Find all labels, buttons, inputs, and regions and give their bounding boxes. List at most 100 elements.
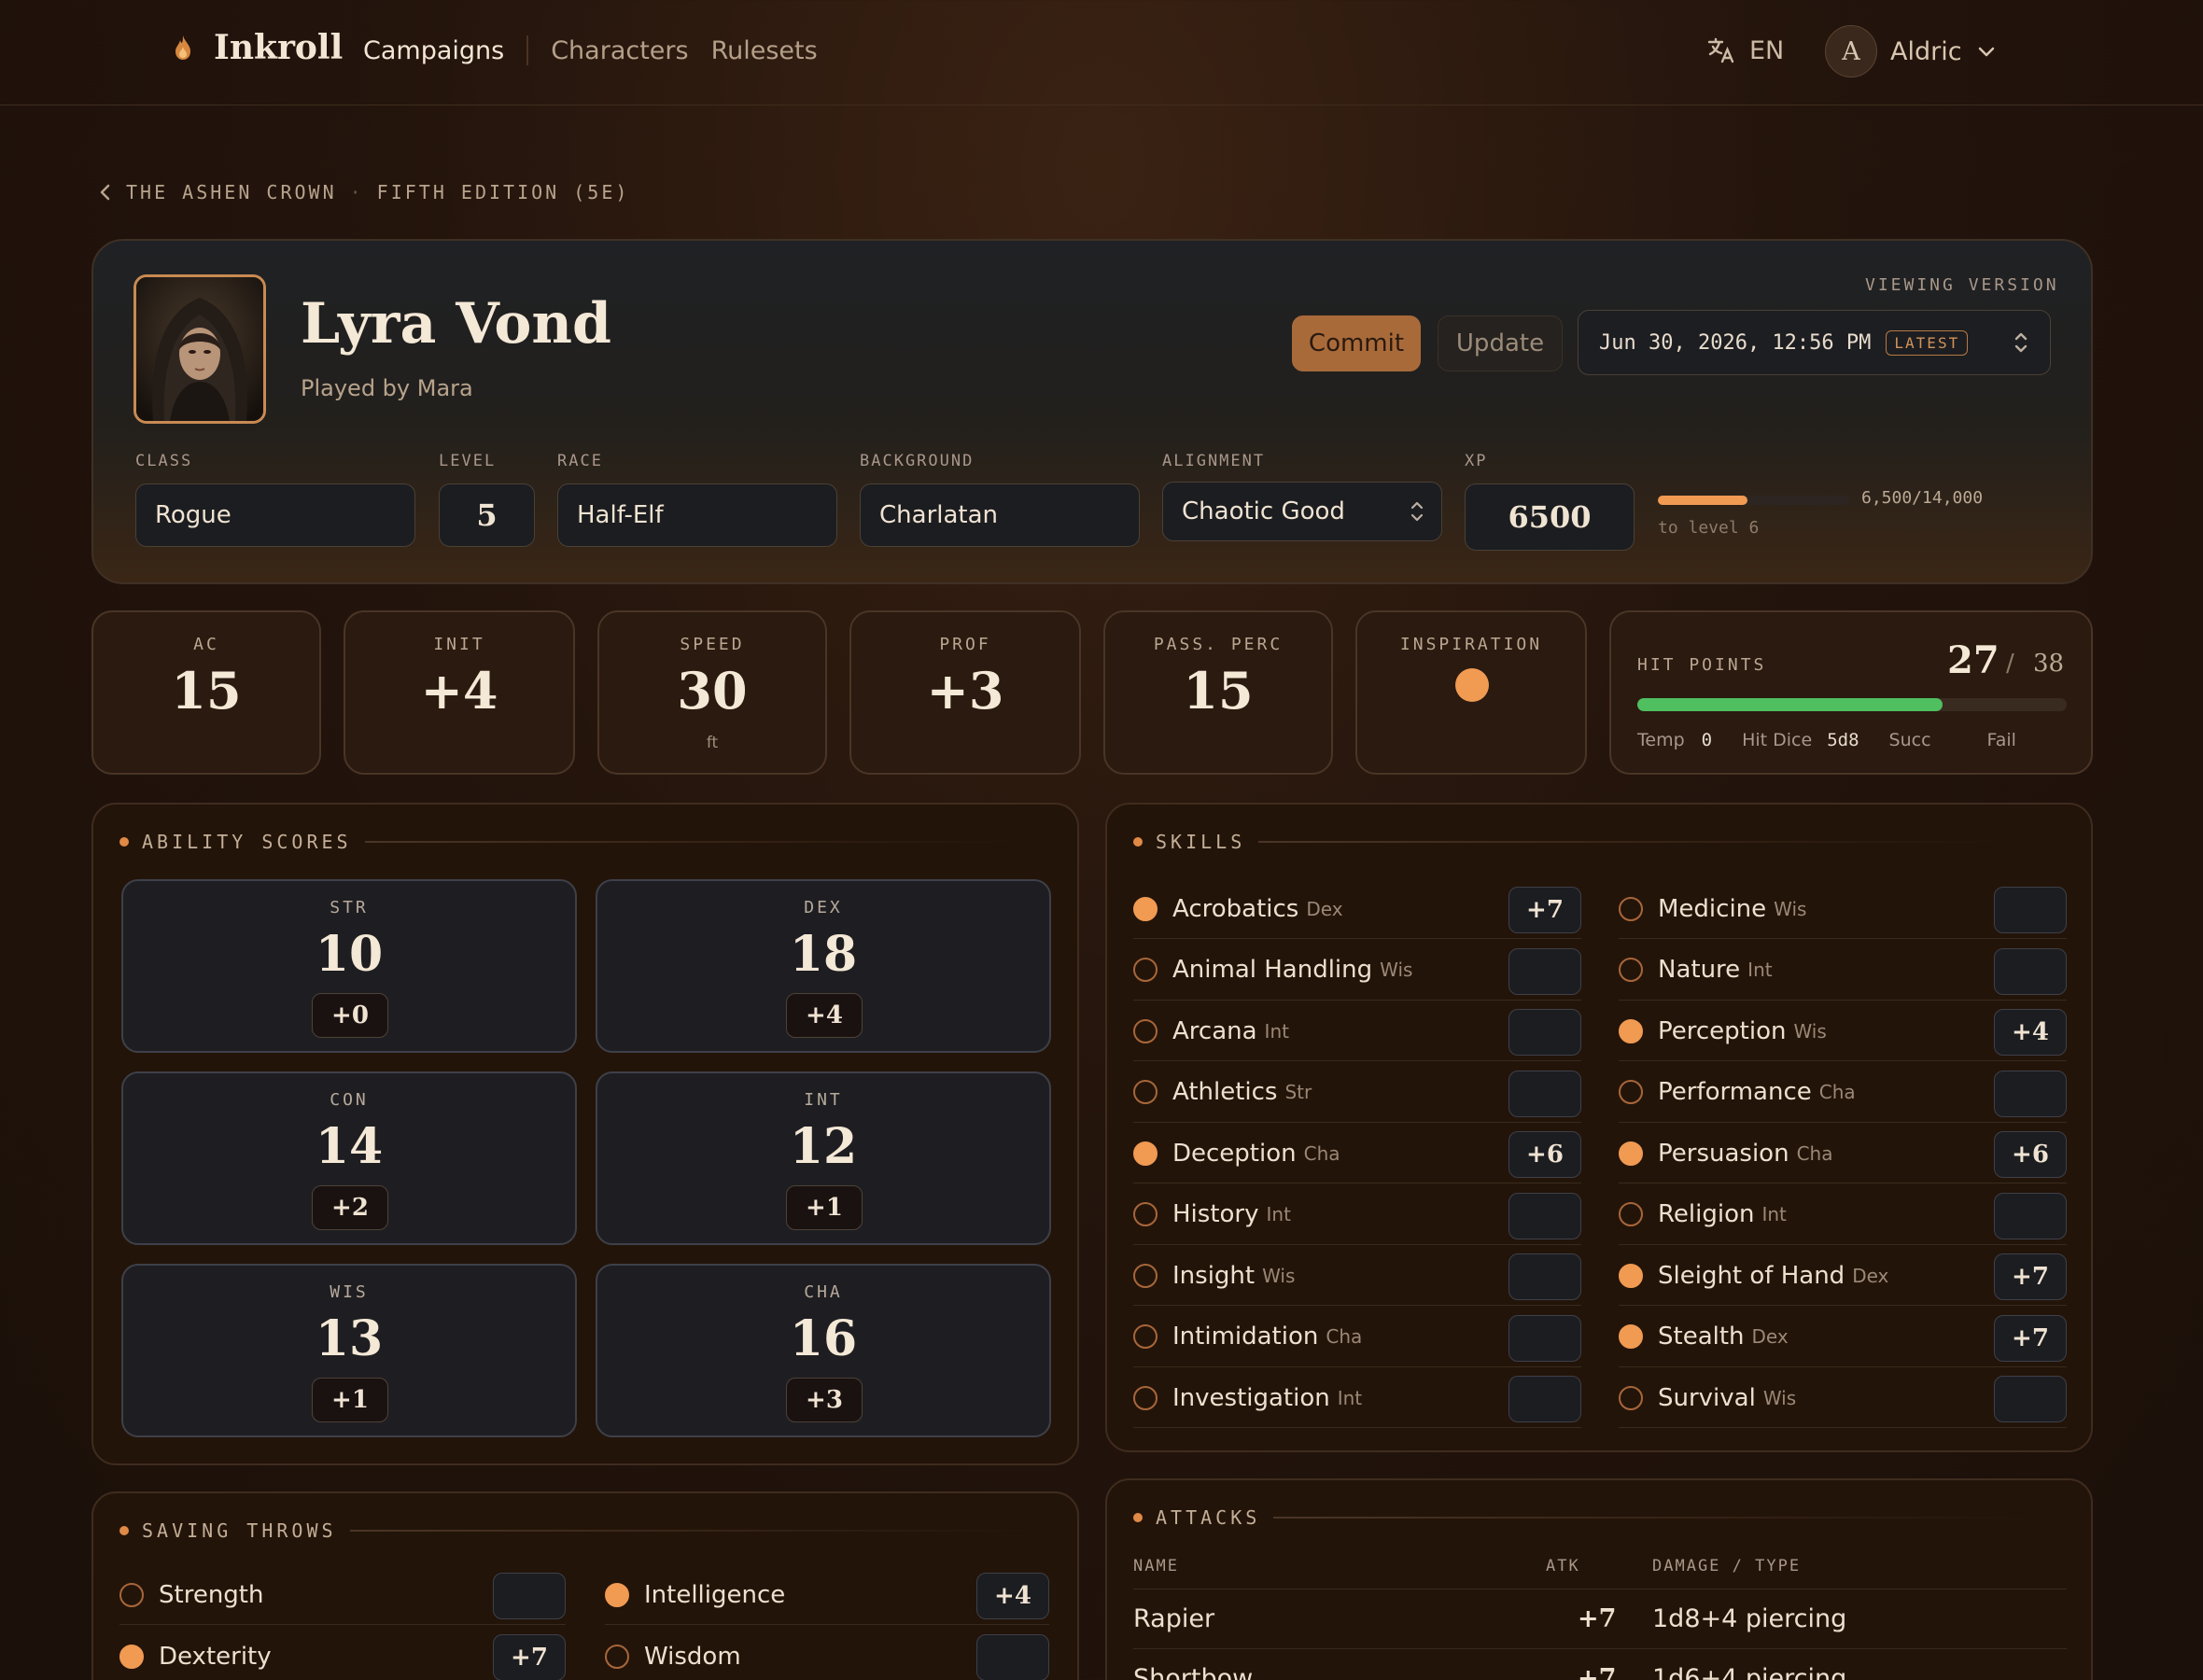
proficiency-dot[interactable]: [119, 1582, 144, 1607]
proficiency-dot[interactable]: [1619, 1263, 1643, 1288]
proficiency-dot[interactable]: [1619, 1324, 1643, 1349]
breadcrumb[interactable]: THE ASHEN CROWN · FIFTH EDITION (5E): [98, 181, 629, 203]
proficiency-dot[interactable]: [1133, 896, 1158, 921]
hp-current[interactable]: 27: [1947, 638, 2000, 682]
skill-bonus[interactable]: [1508, 1253, 1581, 1300]
ability-score[interactable]: 16: [597, 1310, 1049, 1367]
proficiency-dot[interactable]: [1619, 1385, 1643, 1410]
skill-bonus[interactable]: [1508, 947, 1581, 995]
stat-speed[interactable]: SPEED 30 ft: [597, 610, 827, 775]
proficiency-dot[interactable]: [605, 1644, 629, 1669]
skill-row[interactable]: Acrobatics Dex +7: [1133, 879, 1581, 939]
version-select[interactable]: Jun 30, 2026, 12:56 PM LATEST: [1578, 310, 2051, 375]
skill-bonus[interactable]: [1508, 1009, 1581, 1056]
saving-throw-row[interactable]: Wisdom: [605, 1627, 1049, 1680]
inspiration-toggle[interactable]: [1455, 668, 1489, 702]
skill-bonus[interactable]: +4: [1994, 1009, 2067, 1056]
proficiency-dot[interactable]: [1619, 1141, 1643, 1166]
proficiency-dot[interactable]: [1133, 1202, 1158, 1226]
skill-bonus[interactable]: +7: [1994, 1253, 2067, 1300]
ability-dex[interactable]: DEX 18 +4: [596, 879, 1051, 1053]
attack-row[interactable]: Shortbow +7 1d6+4 piercing: [1133, 1648, 2067, 1680]
skill-row[interactable]: Survival Wis: [1619, 1368, 2067, 1428]
ability-wis[interactable]: WIS 13 +1: [121, 1264, 577, 1437]
skill-row[interactable]: Arcana Int: [1133, 1001, 1581, 1061]
attack-row[interactable]: Rapier +7 1d8+4 piercing: [1133, 1589, 2067, 1648]
commit-button[interactable]: Commit: [1292, 315, 1421, 371]
skill-row[interactable]: Investigation Int: [1133, 1368, 1581, 1428]
saving-throw-row[interactable]: Intelligence +4: [605, 1565, 1049, 1625]
proficiency-dot[interactable]: [1619, 896, 1643, 921]
ability-con[interactable]: CON 14 +2: [121, 1071, 577, 1245]
skill-bonus[interactable]: [1508, 1376, 1581, 1422]
skill-row[interactable]: Athletics Str: [1133, 1063, 1581, 1123]
breadcrumb-campaign[interactable]: THE ASHEN CROWN: [126, 181, 337, 203]
skill-row[interactable]: Religion Int: [1619, 1185, 2067, 1245]
proficiency-dot[interactable]: [119, 1644, 144, 1669]
proficiency-dot[interactable]: [605, 1582, 629, 1607]
ability-int[interactable]: INT 12 +1: [596, 1071, 1051, 1245]
skill-bonus[interactable]: [1994, 1192, 2067, 1239]
skill-row[interactable]: Insight Wis: [1133, 1246, 1581, 1306]
ability-score[interactable]: 14: [123, 1118, 575, 1175]
skill-row[interactable]: Animal Handling Wis: [1133, 941, 1581, 1001]
proficiency-dot[interactable]: [1619, 1018, 1643, 1043]
skill-row[interactable]: Performance Cha: [1619, 1063, 2067, 1123]
update-button[interactable]: Update: [1438, 315, 1563, 371]
class-field[interactable]: Rogue: [135, 483, 415, 547]
proficiency-dot[interactable]: [1133, 1141, 1158, 1166]
saving-throw-row[interactable]: Strength: [119, 1565, 566, 1625]
saving-throw-bonus[interactable]: +7: [493, 1634, 566, 1680]
proficiency-dot[interactable]: [1619, 1202, 1643, 1226]
skill-row[interactable]: Deception Cha +6: [1133, 1124, 1581, 1183]
ability-cha[interactable]: CHA 16 +3: [596, 1264, 1051, 1437]
skill-row[interactable]: Stealth Dex +7: [1619, 1308, 2067, 1367]
skill-bonus[interactable]: +7: [1994, 1314, 2067, 1362]
ability-score[interactable]: 18: [597, 926, 1049, 983]
ability-score[interactable]: 10: [123, 926, 575, 983]
alignment-select[interactable]: Chaotic Good: [1162, 482, 1442, 541]
skill-row[interactable]: Persuasion Cha +6: [1619, 1124, 2067, 1183]
stat-ac[interactable]: AC 15: [91, 610, 321, 775]
stat-init[interactable]: INIT +4: [344, 610, 575, 775]
nav-rulesets[interactable]: Rulesets: [711, 36, 818, 65]
stat-prof[interactable]: PROF +3: [849, 610, 1081, 775]
skill-row[interactable]: Sleight of Hand Dex +7: [1619, 1246, 2067, 1306]
ability-str[interactable]: STR 10 +0: [121, 879, 577, 1053]
proficiency-dot[interactable]: [1619, 1080, 1643, 1104]
proficiency-dot[interactable]: [1133, 1385, 1158, 1410]
hit-dice-value[interactable]: 5d8: [1827, 730, 1859, 750]
background-field[interactable]: Charlatan: [860, 483, 1140, 547]
saving-throw-bonus[interactable]: +4: [976, 1573, 1049, 1619]
proficiency-dot[interactable]: [1133, 1263, 1158, 1288]
character-portrait[interactable]: [133, 274, 266, 424]
level-field[interactable]: 5: [439, 483, 535, 547]
skill-bonus[interactable]: [1994, 947, 2067, 995]
proficiency-dot[interactable]: [1133, 958, 1158, 982]
skill-row[interactable]: Medicine Wis: [1619, 879, 2067, 939]
skill-bonus[interactable]: [1994, 1376, 2067, 1422]
skill-bonus[interactable]: +6: [1508, 1131, 1581, 1178]
stat-inspiration[interactable]: INSPIRATION: [1355, 610, 1587, 775]
proficiency-dot[interactable]: [1133, 1018, 1158, 1043]
skill-bonus[interactable]: [1994, 887, 2067, 933]
skill-row[interactable]: Intimidation Cha: [1133, 1308, 1581, 1367]
skill-bonus[interactable]: [1508, 1070, 1581, 1117]
stat-passive-perception[interactable]: PASS. PERC 15: [1103, 610, 1333, 775]
saving-throw-bonus[interactable]: [976, 1634, 1049, 1680]
skill-row[interactable]: Perception Wis +4: [1619, 1001, 2067, 1061]
proficiency-dot[interactable]: [1619, 958, 1643, 982]
saving-throw-bonus[interactable]: [493, 1573, 566, 1619]
brand[interactable]: Inkroll: [173, 28, 343, 67]
skill-row[interactable]: History Int: [1133, 1185, 1581, 1245]
skill-row[interactable]: Nature Int: [1619, 941, 2067, 1001]
ability-score[interactable]: 13: [123, 1310, 575, 1367]
proficiency-dot[interactable]: [1133, 1324, 1158, 1349]
skill-bonus[interactable]: [1508, 1192, 1581, 1239]
race-field[interactable]: Half-Elf: [557, 483, 837, 547]
skill-bonus[interactable]: [1508, 1314, 1581, 1362]
skill-bonus[interactable]: [1994, 1070, 2067, 1117]
proficiency-dot[interactable]: [1133, 1080, 1158, 1104]
skill-bonus[interactable]: +7: [1508, 887, 1581, 933]
user-menu[interactable]: A Aldric: [1825, 25, 1998, 77]
